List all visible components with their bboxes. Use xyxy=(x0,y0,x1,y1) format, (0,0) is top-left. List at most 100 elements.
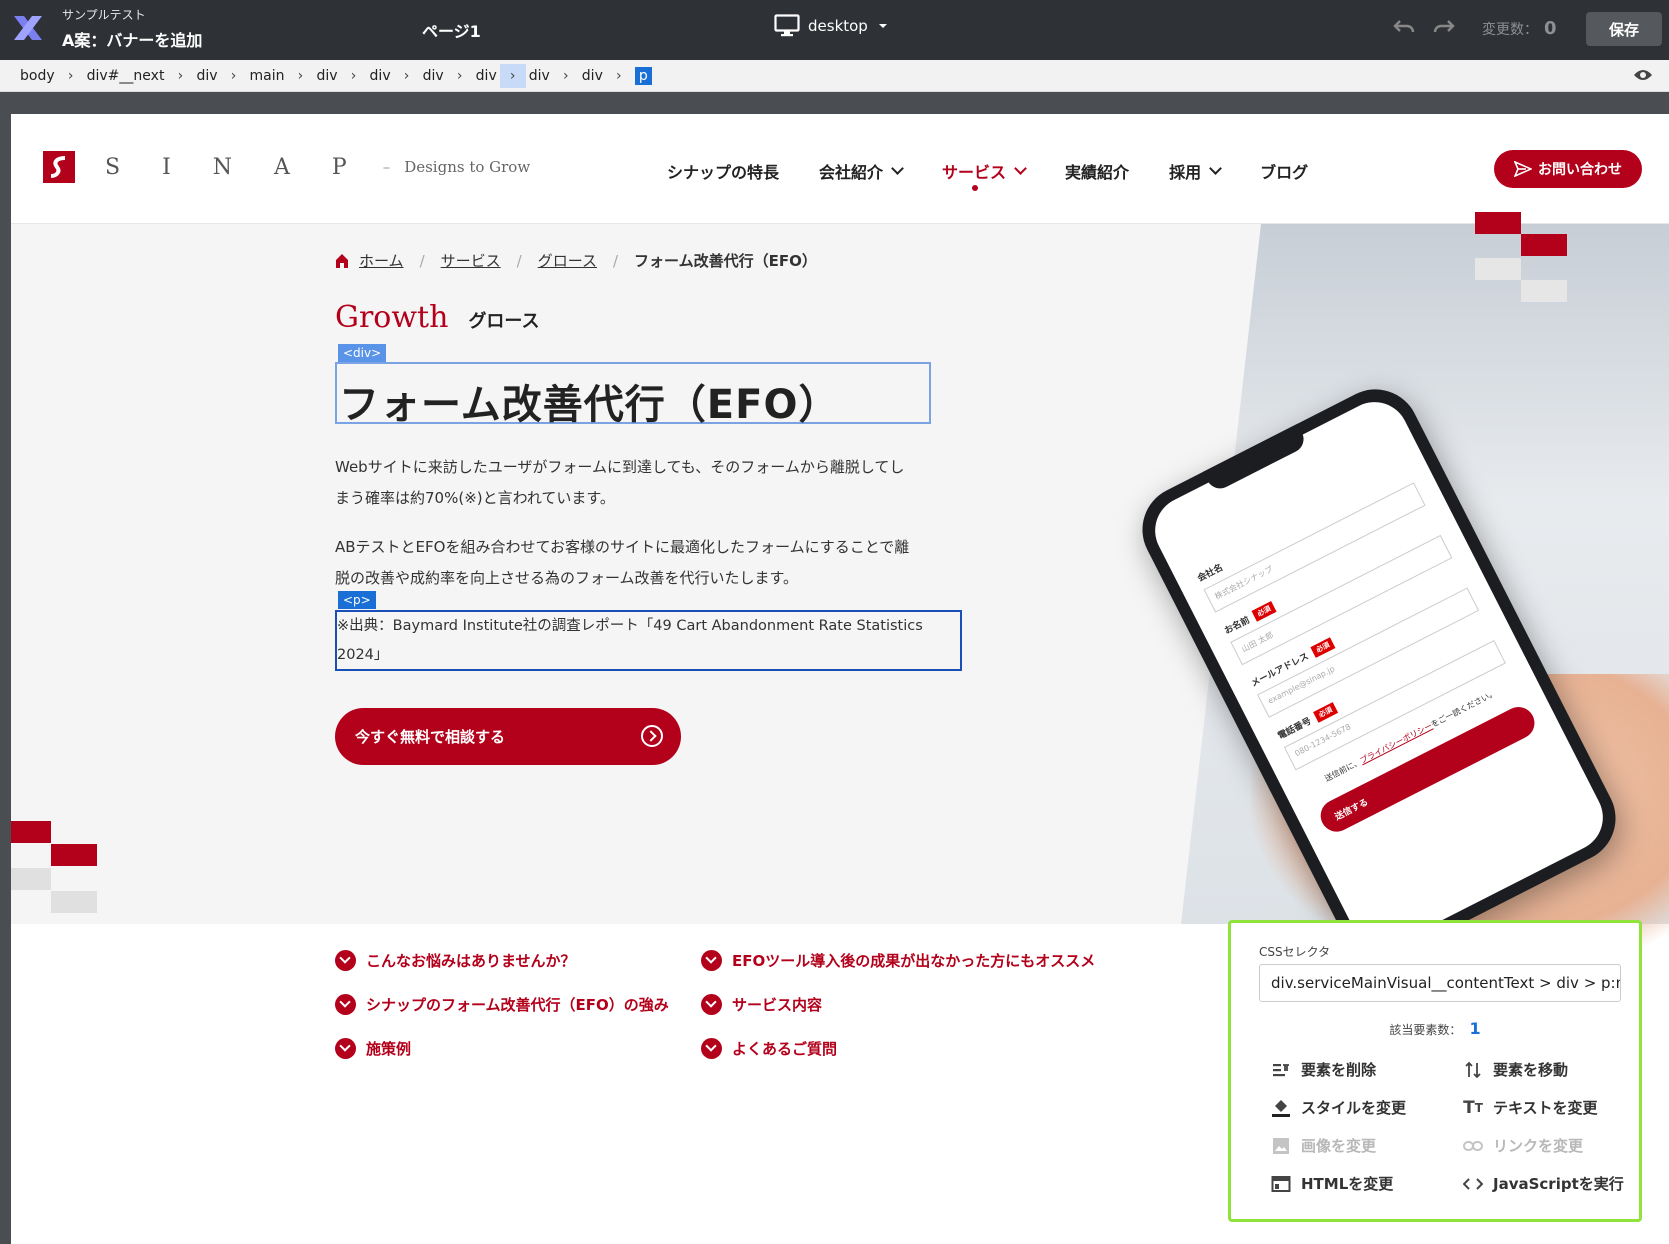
dom-path-item[interactable]: div xyxy=(582,68,603,84)
selected-div-outline[interactable]: フォーム改善代行（EFO） xyxy=(335,362,931,428)
dom-path-bar: body › div#__next › div › main › div › div › d… xyxy=(0,60,1669,92)
breadcrumb-separator: / xyxy=(419,251,425,270)
action-label: 画像を変更 xyxy=(1301,1137,1377,1155)
action-label: スタイルを変更 xyxy=(1301,1099,1407,1117)
site-logo[interactable]: SINAP – Designs to Grow xyxy=(43,151,530,183)
breadcrumb-current: フォーム改善代行（EFO） xyxy=(634,252,817,270)
home-icon xyxy=(336,253,348,268)
dom-path-item[interactable]: div#__next xyxy=(87,68,165,84)
decor-square xyxy=(1475,258,1521,280)
required-badge: 必須 xyxy=(1251,600,1277,622)
link-icon xyxy=(1463,1136,1483,1156)
toc-item[interactable]: こんなお悩みはありませんか？ xyxy=(335,950,576,971)
dom-path-item-selected[interactable]: p xyxy=(634,66,652,85)
nav-item-service[interactable]: サービス xyxy=(942,159,1027,191)
free-consult-button[interactable]: 今すぐ無料で相談する xyxy=(335,708,681,765)
arrow-circle-icon xyxy=(641,725,663,747)
nav-item-blog[interactable]: ブログ xyxy=(1260,159,1308,183)
toc-item[interactable]: よくあるご質問 xyxy=(701,1038,837,1059)
chevron-down-icon xyxy=(891,162,904,175)
breadcrumb-separator: / xyxy=(612,251,619,270)
delete-icon xyxy=(1271,1060,1291,1080)
intro-line: Webサイトに来訪したユーザがフォームに到達しても、そのフォームから離脱してし xyxy=(335,458,905,476)
toc-label: 施策例 xyxy=(366,1040,412,1058)
dom-path-item[interactable]: div xyxy=(196,68,217,84)
breadcrumb-separator: / xyxy=(516,251,522,270)
dom-path-item[interactable]: div xyxy=(476,68,497,84)
chevron-circle-icon xyxy=(701,994,722,1015)
chevron-right-icon: › xyxy=(616,67,622,84)
device-selector[interactable]: desktop xyxy=(774,14,890,38)
toc-item[interactable]: シナップのフォーム改善代行（EFO）の強み xyxy=(335,994,669,1015)
toc-item[interactable]: 施策例 xyxy=(335,1038,411,1059)
dom-path-item[interactable]: main xyxy=(250,68,285,84)
chevron-circle-icon xyxy=(701,950,722,971)
breadcrumb-home[interactable]: ホーム xyxy=(359,250,404,271)
change-link-button[interactable]: リンクを変更 xyxy=(1463,1135,1583,1156)
toc-item[interactable]: サービス内容 xyxy=(701,994,822,1015)
change-image-button[interactable]: 画像を変更 xyxy=(1271,1135,1376,1156)
required-badge: 必須 xyxy=(1312,701,1338,723)
toc-label: こんなお悩みはありませんか？ xyxy=(366,952,576,970)
image-icon xyxy=(1271,1136,1291,1156)
dom-path-item[interactable]: div xyxy=(316,68,337,84)
breadcrumb-growth[interactable]: グロース xyxy=(538,250,597,271)
brand-mark-icon xyxy=(43,151,75,183)
page-name[interactable]: ページ1 xyxy=(422,18,481,42)
action-label: テキストを変更 xyxy=(1493,1099,1598,1117)
eyebrow-english: Growth xyxy=(335,300,449,335)
dom-path-item[interactable]: div xyxy=(423,68,444,84)
selected-p-outline[interactable]: ※出典：Baymard Institute社の調査レポート「49 Cart Ab… xyxy=(335,610,962,671)
change-style-button[interactable]: スタイルを変更 xyxy=(1271,1097,1406,1118)
move-element-button[interactable]: 要素を移動 xyxy=(1463,1059,1568,1080)
nav-item-features[interactable]: シナップの特長 xyxy=(667,159,779,183)
cta-label: 今すぐ無料で相談する xyxy=(355,728,506,746)
nav-label: サービス xyxy=(942,163,1007,182)
nav-item-works[interactable]: 実績紹介 xyxy=(1065,159,1129,183)
chevron-right-icon: › xyxy=(403,67,410,84)
toc-item[interactable]: EFOツール導入後の成果が出なかった方にもオススメ xyxy=(701,950,1095,971)
undo-icon[interactable] xyxy=(1392,17,1416,37)
paint-bucket-icon xyxy=(1271,1098,1291,1118)
redo-icon[interactable] xyxy=(1432,17,1456,37)
delete-element-button[interactable]: 要素を削除 xyxy=(1271,1059,1376,1080)
brand-dash: – xyxy=(382,158,391,176)
app-logo-icon[interactable] xyxy=(10,10,46,46)
brand-name: SINAP xyxy=(105,154,389,180)
intro-line: ABテストとEFOを組み合わせてお客様のサイトに最適化したフォームにすることで離 xyxy=(335,538,910,556)
decor-square xyxy=(51,891,97,913)
chevron-right-icon: › xyxy=(297,67,304,84)
caret-down-icon xyxy=(878,24,887,28)
css-selector-input[interactable]: div.serviceMainVisual__contentText > div… xyxy=(1259,964,1621,1002)
site-nav: シナップの特長 会社紹介 サービス 実績紹介 採用 ブログ xyxy=(667,159,1348,191)
dom-path-item[interactable]: div xyxy=(370,68,391,84)
contact-button[interactable]: お問い合わせ xyxy=(1494,150,1642,188)
action-label: 要素を移動 xyxy=(1493,1061,1569,1079)
breadcrumb: ホーム / サービス / グロース / フォーム改善代行（EFO） xyxy=(335,250,817,271)
match-count: 該当要素数： 1 xyxy=(1231,1019,1639,1038)
nav-item-company[interactable]: 会社紹介 xyxy=(819,159,904,183)
save-button[interactable]: 保存 xyxy=(1586,12,1662,46)
breadcrumb-service[interactable]: サービス xyxy=(441,250,501,271)
change-html-button[interactable]: HTMLを変更 xyxy=(1271,1173,1393,1194)
site-header: SINAP – Designs to Grow シナップの特長 会社紹介 サービ… xyxy=(11,114,1669,224)
change-text-button[interactable]: TT テキストを変更 xyxy=(1463,1097,1598,1118)
decor-square xyxy=(1521,280,1567,302)
nav-item-recruit[interactable]: 採用 xyxy=(1169,159,1222,183)
decor-square xyxy=(51,844,97,866)
decor-square xyxy=(1475,212,1521,234)
decor-square xyxy=(11,868,51,890)
chevron-right-icon: › xyxy=(562,67,569,84)
element-actions-panel: CSSセレクタ div.serviceMainVisual__contentTe… xyxy=(1228,920,1642,1222)
chevron-circle-icon xyxy=(335,994,356,1015)
html-window-icon xyxy=(1271,1174,1291,1194)
dom-path-item[interactable]: body xyxy=(20,68,55,84)
element-tag-p: <p> xyxy=(338,591,376,609)
element-tag-div: <div> xyxy=(338,344,387,362)
eye-icon[interactable] xyxy=(1633,68,1653,82)
dom-path-item[interactable]: div xyxy=(529,68,550,84)
run-javascript-button[interactable]: JavaScriptを実行 xyxy=(1463,1173,1624,1194)
form-note-pre: 送信前に、 xyxy=(1323,757,1363,784)
toc-label: シナップのフォーム改善代行（EFO）の強み xyxy=(366,996,669,1014)
eyebrow-japanese: グロース xyxy=(468,311,540,332)
